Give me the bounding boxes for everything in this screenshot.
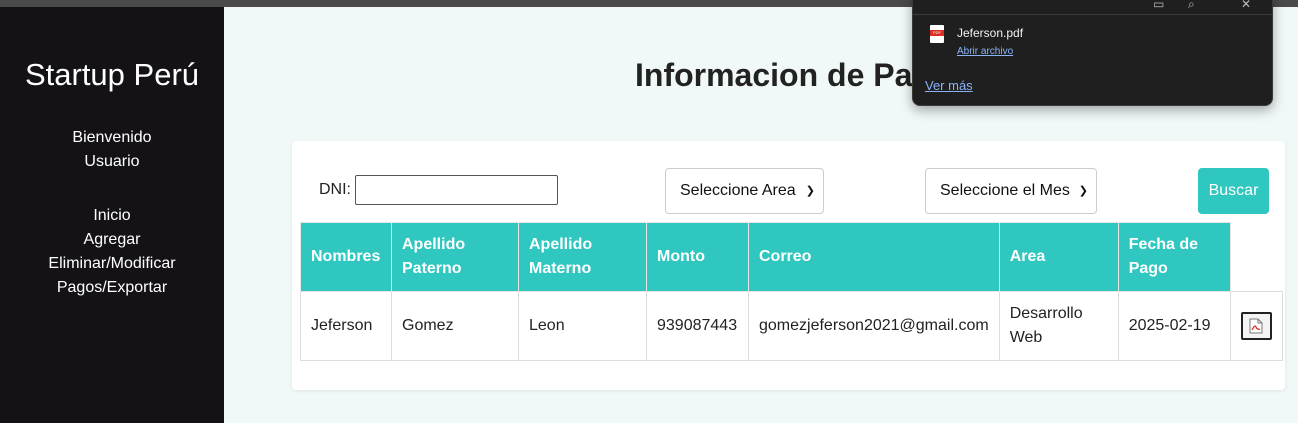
cell-apellido-materno: Leon [518,291,647,361]
header-nombres: Nombres [300,222,392,292]
table-row: Jeferson Gomez Leon 939087443 gomezjefer… [300,291,1283,361]
pdf-file-icon: PDF [930,25,944,43]
welcome-line-2: Usuario [84,153,140,170]
area-select[interactable]: Seleccione Area ❯ [665,168,824,214]
nav-eliminar-modificar[interactable]: Eliminar/Modificar [0,252,224,276]
month-select[interactable]: Seleccione el Mes ❯ [925,168,1097,214]
brand-title: Startup Perú [24,57,200,92]
header-fecha-pago: Fecha de Pago [1117,222,1231,292]
cell-correo: gomezjeferson2021@gmail.com [748,291,1000,361]
page-title: Informacion de Pag [635,57,932,93]
pdf-badge: PDF [930,30,944,36]
header-fecha-line2: Pago [1128,260,1168,277]
see-more-link[interactable]: Ver más [925,78,973,93]
header-apellido-materno-line2: Materno [529,260,592,277]
welcome-line-1: Bienvenido [72,129,152,146]
folder-icon[interactable]: ▭ [1153,0,1164,11]
header-apellido-paterno-line1: Apellido [402,236,466,253]
header-correo: Correo [748,222,1000,292]
cell-fecha: 2025-02-19 [1117,291,1231,361]
nav-pagos-exportar[interactable]: Pagos/Exportar [0,276,224,300]
header-area: Area [998,222,1119,292]
header-monto-text: Monto [657,248,705,265]
header-actions [1230,222,1283,292]
header-apellido-materno: Apellido Materno [518,222,647,292]
month-select-value: Seleccione el Mes [940,182,1070,199]
header-area-text: Area [1009,248,1046,265]
cell-monto: 939087443 [646,291,749,361]
table-header-row: Nombres Apellido Paterno Apellido Materno … [300,222,1283,292]
header-fecha-line1: Fecha de [1128,236,1199,253]
header-nombres-text: Nombres [311,248,381,265]
chevron-down-icon: ❯ [1078,185,1088,197]
cell-area: Desarrollo Web [998,291,1119,361]
cell-nombres: Jeferson [300,291,392,361]
pdf-file-icon [1249,318,1263,334]
dni-input[interactable] [355,175,558,205]
open-file-link[interactable]: Abrir archivo [957,46,1013,57]
payments-card: DNI: Seleccione Area ❯ Seleccione el Mes… [292,141,1285,390]
sidebar-nav: Inicio Agregar Eliminar/Modificar Pagos/… [0,204,224,300]
nav-inicio[interactable]: Inicio [0,204,224,228]
area-select-value: Seleccione Area [680,182,796,199]
header-apellido-paterno: Apellido Paterno [391,222,519,292]
header-apellido-paterno-line2: Paterno [402,260,462,277]
header-correo-text: Correo [759,248,812,265]
nav-agregar[interactable]: Agregar [0,228,224,252]
download-popup: ▭ ⌕ ✕ PDF Jeferson.pdf Abrir archivo Ver… [912,0,1273,106]
search-icon[interactable]: ⌕ [1188,0,1195,12]
search-button[interactable]: Buscar [1198,168,1269,214]
header-monto: Monto [646,222,749,292]
dni-label: DNI: [319,181,351,198]
cell-apellido-paterno: Gomez [391,291,519,361]
popup-divider [913,14,1272,15]
downloaded-filename: Jeferson.pdf [957,26,1024,40]
cell-actions [1229,291,1283,361]
chevron-down-icon: ❯ [805,185,815,197]
close-icon[interactable]: ✕ [1241,0,1251,11]
header-apellido-materno-line1: Apellido [529,236,593,253]
cell-area-line1: Desarrollo [1009,305,1083,322]
export-pdf-button[interactable] [1240,312,1272,340]
cell-area-line2: Web [1009,329,1043,346]
sidebar: Startup Perú Bienvenido Usuario Inicio A… [0,7,224,423]
payments-table: Nombres Apellido Paterno Apellido Materno … [300,222,1283,361]
welcome-message: Bienvenido Usuario [0,126,224,174]
